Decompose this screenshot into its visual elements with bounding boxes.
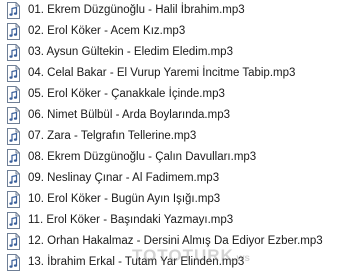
file-row[interactable]: 13. İbrahim Erkal - Tutam Yar Elinden.mp… [0, 252, 357, 273]
file-row[interactable]: 07. Zara - Telgrafın Tellerine.mp3 [0, 126, 357, 147]
file-row[interactable]: 10. Erol Köker - Bugün Ayın Işığı.mp3 [0, 189, 357, 210]
audio-file-icon [6, 233, 21, 250]
audio-file-icon [6, 128, 21, 145]
file-row[interactable]: 04. Celal Bakar - El Vurup Yaremi İncitm… [0, 63, 357, 84]
audio-file-icon [6, 191, 21, 208]
file-row[interactable]: 11. Erol Köker - Başındaki Yazmayı.mp3 [0, 210, 357, 231]
file-row[interactable]: 05. Erol Köker - Çanakkale İçinde.mp3 [0, 84, 357, 105]
file-row[interactable]: 09. Neslinay Çınar - Al Fadimem.mp3 [0, 168, 357, 189]
file-row[interactable]: 12. Orhan Hakalmaz - Dersini Almış Da Ed… [0, 231, 357, 252]
file-row[interactable]: 08. Ekrem Düzgünoğlu - Çalın Davulları.m… [0, 147, 357, 168]
audio-file-icon [6, 23, 21, 40]
audio-file-icon [6, 149, 21, 166]
file-name: 06. Nimet Bülbül - Arda Boylarında.mp3 [28, 109, 230, 121]
audio-file-icon [6, 107, 21, 124]
file-name: 01. Ekrem Düzgünoğlu - Halil İbrahim.mp3 [28, 4, 245, 16]
file-row[interactable]: 01. Ekrem Düzgünoğlu - Halil İbrahim.mp3 [0, 0, 357, 21]
file-row[interactable]: 02. Erol Köker - Acem Kız.mp3 [0, 21, 357, 42]
audio-file-icon [6, 44, 21, 61]
audio-file-icon [6, 254, 21, 271]
file-row[interactable]: 06. Nimet Bülbül - Arda Boylarında.mp3 [0, 105, 357, 126]
audio-file-icon [6, 2, 21, 19]
file-name: 03. Aysun Gültekin - Eledim Eledim.mp3 [28, 46, 233, 58]
file-row[interactable]: 03. Aysun Gültekin - Eledim Eledim.mp3 [0, 42, 357, 63]
file-name: 10. Erol Köker - Bugün Ayın Işığı.mp3 [28, 193, 221, 205]
file-name: 12. Orhan Hakalmaz - Dersini Almış Da Ed… [28, 235, 323, 247]
file-name: 13. İbrahim Erkal - Tutam Yar Elinden.mp… [28, 256, 245, 268]
file-name: 08. Ekrem Düzgünoğlu - Çalın Davulları.m… [28, 151, 257, 163]
file-name: 05. Erol Köker - Çanakkale İçinde.mp3 [28, 88, 225, 100]
file-name: 11. Erol Köker - Başındaki Yazmayı.mp3 [28, 214, 234, 226]
file-name: 04. Celal Bakar - El Vurup Yaremi İncitm… [28, 67, 296, 79]
file-name: 09. Neslinay Çınar - Al Fadimem.mp3 [28, 172, 220, 184]
audio-file-icon [6, 212, 21, 229]
audio-file-icon [6, 65, 21, 82]
file-name: 07. Zara - Telgrafın Tellerine.mp3 [28, 130, 197, 142]
file-name: 02. Erol Köker - Acem Kız.mp3 [28, 25, 186, 37]
audio-file-icon [6, 170, 21, 187]
audio-file-icon [6, 86, 21, 103]
